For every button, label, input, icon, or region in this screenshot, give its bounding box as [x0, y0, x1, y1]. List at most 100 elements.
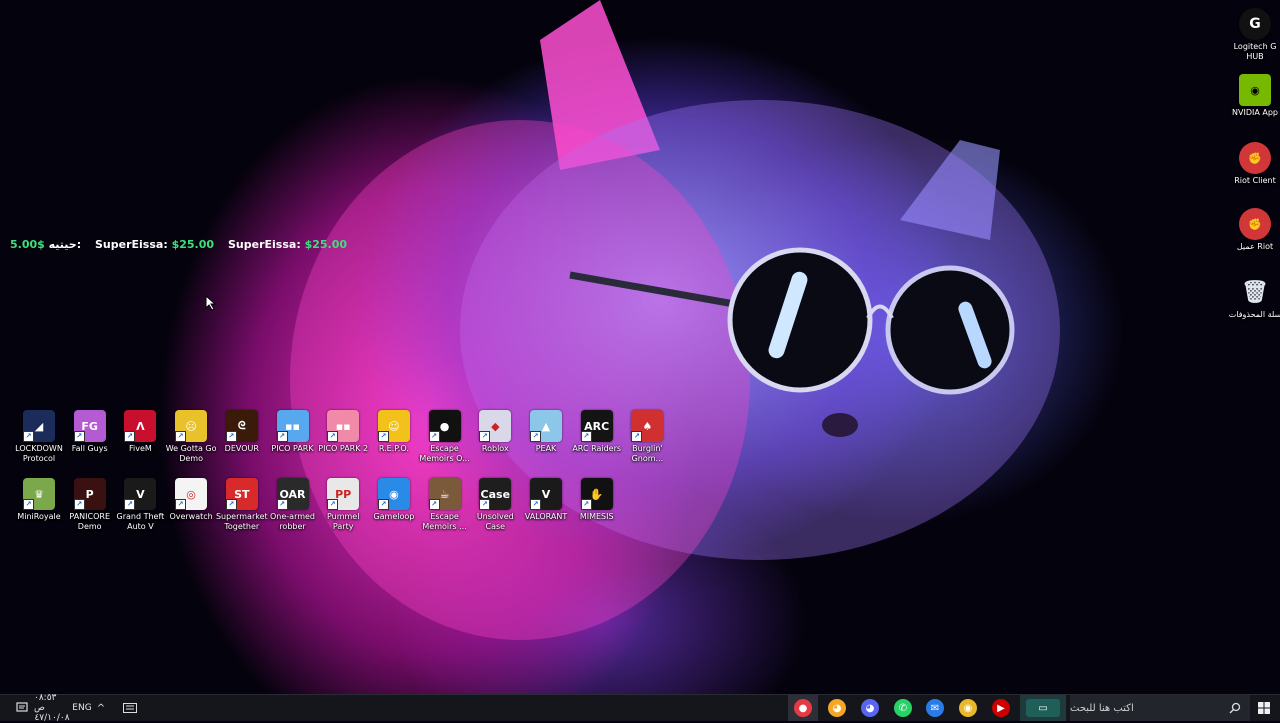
icon-label: PICO PARK 2	[318, 444, 369, 453]
desktop-icon-game[interactable]: Case ↗ Unsolved Case	[468, 478, 522, 532]
app-red-icon: ●	[794, 699, 812, 717]
shortcut-arrow-icon: ↗	[327, 499, 339, 510]
shortcut-arrow-icon: ↗	[225, 499, 237, 510]
icon-label: Roblox	[481, 444, 509, 453]
taskbar-app-youtube[interactable]: ▶	[986, 695, 1016, 721]
recycle-bin-icon: 🗑	[1241, 279, 1269, 305]
icon-label: VALORANT	[524, 512, 568, 521]
shortcut-arrow-icon: ↗	[124, 499, 136, 510]
taskbar-app-discord-blue[interactable]: ◕	[855, 695, 885, 721]
game-icon: ✋ ↗	[580, 478, 613, 510]
desktop-icon-game[interactable]: ▲ ↗ PEAK	[519, 410, 573, 454]
shortcut-arrow-icon: ↗	[377, 499, 389, 510]
desktop-icon-game[interactable]: Λ ↗ FiveM	[113, 410, 167, 454]
desktop-icon-game[interactable]: P ↗ PANICORE Demo	[63, 478, 117, 532]
icon-label: LOCKDOWN Protocol	[15, 444, 63, 463]
notification-icon[interactable]	[12, 695, 32, 721]
desktop-icon-game[interactable]: ● ↗ Escape Memoirs O...	[418, 410, 472, 464]
desktop-icon-riot-arabic[interactable]: ✊ عميل Riot	[1228, 208, 1280, 252]
discord-icon: ◕	[828, 699, 846, 717]
shortcut-arrow-icon: ↗	[530, 499, 541, 510]
icon-label: Pummel Party	[326, 512, 360, 531]
game-icon: Λ ↗	[124, 410, 157, 442]
icon-label: Grand Theft Auto V	[116, 512, 165, 531]
shortcut-arrow-icon: ↗	[377, 431, 389, 442]
icon-label: R.E.P.O.	[378, 444, 409, 453]
taskbar-app-mail[interactable]: ✉	[920, 695, 950, 721]
whatsapp-icon: ✆	[894, 699, 912, 717]
game-icon: ᘓ ↗	[225, 410, 258, 442]
game-icon: Case ↗	[479, 478, 512, 510]
riot-icon: ✊	[1239, 208, 1271, 240]
desktop-icon-game[interactable]: ☕ ↗ Escape Memoirs ...	[418, 478, 472, 532]
desktop-icon-game[interactable]: ♠ ↗ Burglin' Gnom...	[620, 410, 674, 464]
desktop-icon-game[interactable]: ◆ ↗ Roblox	[468, 410, 522, 454]
shortcut-arrow-icon: ↗	[175, 499, 187, 510]
icon-label: One-armed robber	[269, 512, 316, 531]
shortcut-arrow-icon: ↗	[23, 499, 34, 510]
desktop-icon-game[interactable]: ☺ ↗ R.E.P.O.	[367, 410, 421, 454]
icon-label: PICO PARK	[271, 444, 314, 453]
shortcut-arrow-icon: ↗	[530, 431, 541, 442]
desktop-icon-riot-client[interactable]: ✊ Riot Client	[1228, 142, 1280, 186]
taskbar-app-explorer[interactable]: ▭	[1020, 695, 1066, 721]
taskbar-app-app-red[interactable]: ●	[788, 695, 818, 721]
desktop-icon-logitech[interactable]: G Logitech G HUB	[1228, 8, 1280, 62]
desktop-icon-game[interactable]: ᘓ ↗ DEVOUR	[215, 410, 269, 454]
game-icon: P ↗	[73, 478, 106, 510]
game-icon: ◉ ↗	[377, 478, 410, 510]
chevron-up-icon[interactable]: ^	[94, 695, 108, 721]
desktop-icon-game[interactable]: ◉ ↗ Gameloop	[367, 478, 421, 522]
shortcut-arrow-icon: ↗	[631, 431, 643, 442]
game-icon: ♛ ↗	[23, 478, 55, 510]
taskbar-app-discord[interactable]: ◕	[822, 695, 852, 721]
desktop-icon-game[interactable]: ▪▪ ↗ PICO PARK	[266, 410, 320, 454]
icon-label: Logitech G HUB	[1233, 42, 1277, 61]
taskbar-app-whatsapp[interactable]: ✆	[888, 695, 918, 721]
donation-amount: 5.00$	[10, 238, 45, 251]
riot-icon: ✊	[1239, 142, 1271, 174]
desktop-icon-game[interactable]: ☹ ↗ We Gotta Go Demo	[164, 410, 218, 464]
language-indicator[interactable]: ENG	[72, 695, 92, 721]
shortcut-arrow-icon: ↗	[276, 431, 288, 442]
desktop-icon-game[interactable]: V ↗ VALORANT	[519, 478, 573, 522]
game-icon: ▪▪ ↗	[327, 410, 360, 442]
clock-date: ٤٧/١٠/٠٨	[34, 713, 70, 723]
clock-time: ٠٨:٥٣ ص	[34, 693, 57, 713]
game-icon: V ↗	[124, 478, 157, 510]
desktop-icon-game[interactable]: ✋ ↗ MIMESIS	[570, 478, 624, 522]
donation-name: SuperEissa:	[228, 238, 301, 251]
desktop-icon-game[interactable]: ▪▪ ↗ PICO PARK 2	[316, 410, 370, 454]
icon-label: Overwatch	[169, 512, 213, 521]
desktop-icon-nvidia[interactable]: ◉ NVIDIA App	[1228, 74, 1280, 118]
desktop-icon-game[interactable]: OAR ↗ One-armed robber	[266, 478, 320, 532]
keyboard-icon[interactable]	[120, 695, 140, 721]
icon-label: سلة المحذوفات	[1228, 310, 1280, 319]
shortcut-arrow-icon: ↗	[175, 431, 187, 442]
taskbar-app-chrome[interactable]: ◉	[953, 695, 983, 721]
start-button[interactable]	[1252, 695, 1276, 721]
shortcut-arrow-icon: ↗	[428, 499, 440, 510]
icon-label: FiveM	[128, 444, 152, 453]
desktop-icon-game[interactable]: V ↗ Grand Theft Auto V	[113, 478, 167, 532]
desktop-icon-recycle-bin[interactable]: 🗑 سلة المحذوفات	[1228, 276, 1280, 320]
desktop-icon-game[interactable]: PP ↗ Pummel Party	[316, 478, 370, 532]
desktop-icon-game[interactable]: ◢ ↗ LOCKDOWN Protocol	[12, 410, 66, 464]
desktop-icon-game[interactable]: ST ↗ Supermarket Together	[215, 478, 269, 532]
cat-illustration	[290, 0, 1060, 640]
logitech-g-icon: G	[1239, 8, 1271, 40]
shortcut-arrow-icon: ↗	[479, 431, 491, 442]
mail-icon: ✉	[926, 699, 944, 717]
desktop-icon-game[interactable]: ♛ ↗ MiniRoyale	[12, 478, 66, 522]
shortcut-arrow-icon: ↗	[73, 431, 85, 442]
windows-icon	[1258, 702, 1270, 714]
search-icon[interactable]	[1228, 695, 1242, 721]
desktop-icon-game[interactable]: ◎ ↗ Overwatch	[164, 478, 218, 522]
desktop-icon-game[interactable]: ARC ↗ ARC Raiders	[570, 410, 624, 454]
shortcut-arrow-icon: ↗	[428, 431, 440, 442]
icon-label: Supermarket Together	[215, 512, 268, 531]
desktop-icon-game[interactable]: FG ↗ Fall Guys	[63, 410, 117, 454]
game-icon: ▲ ↗	[530, 410, 562, 442]
search-input[interactable]: اكتب هنا للبحث	[1070, 695, 1250, 721]
clock[interactable]: ٠٨:٥٣ ص ٤٧/١٠/٠٨	[34, 693, 70, 723]
